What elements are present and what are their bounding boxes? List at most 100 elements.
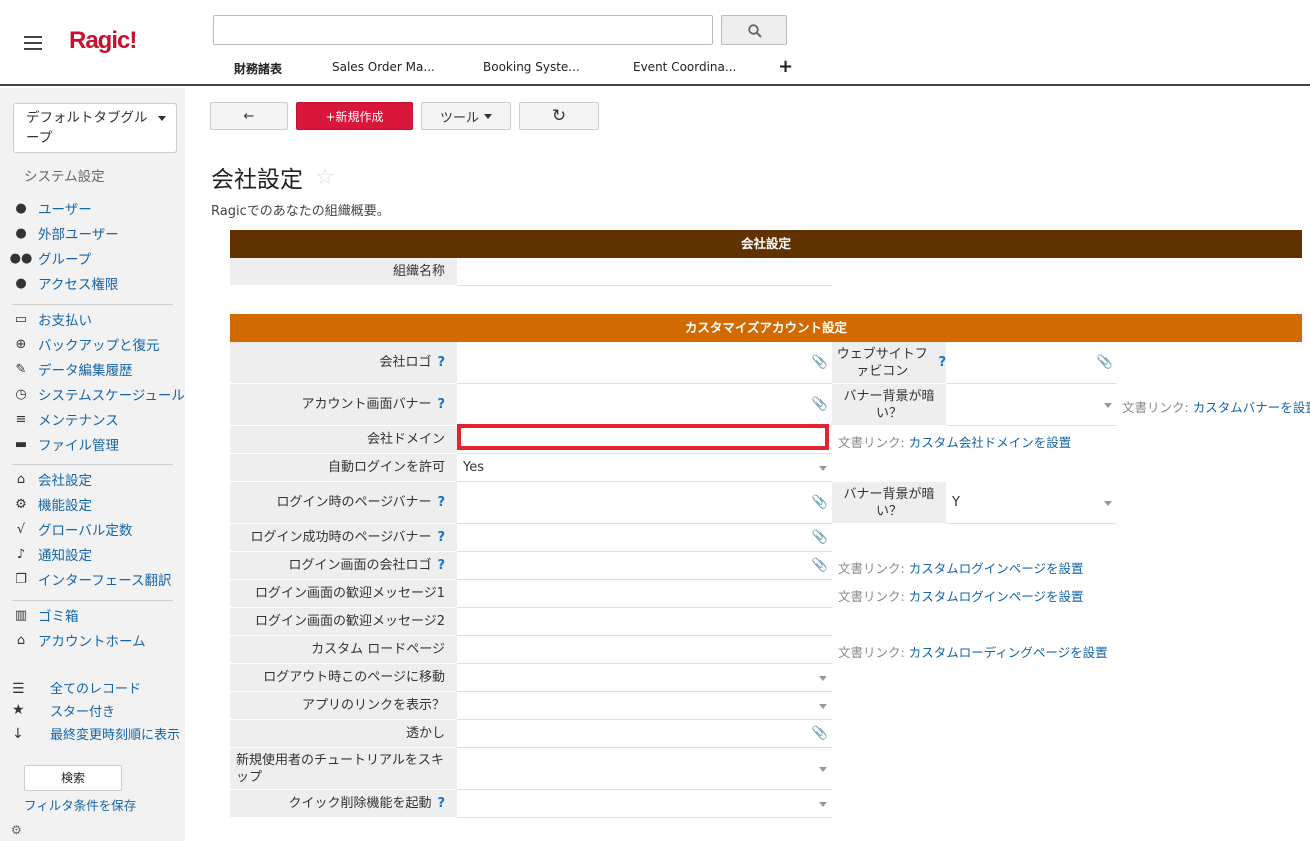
sidebar-item-backup[interactable]: ⊕ バックアップと復元 <box>12 334 160 355</box>
auto-login-label: 自動ログインを許可 <box>230 454 457 482</box>
sidebar-item-features[interactable]: ⚙ 機能設定 <box>12 494 92 515</box>
show-app-link-select[interactable] <box>457 692 832 720</box>
sort-icon: ↓ <box>12 726 24 742</box>
field-label: ウェブサイトファビコン <box>836 346 928 379</box>
quick-delete-select[interactable] <box>457 790 832 818</box>
sidebar-item-history[interactable]: ✎ データ編集履歴 <box>12 359 133 380</box>
sidebar-item-maintenance[interactable]: ≡ メンテナンス <box>12 409 119 430</box>
account-banner-field[interactable]: 📎 <box>457 384 832 426</box>
tab-sales-order[interactable]: Sales Order Ma... <box>332 60 435 74</box>
paperclip-icon[interactable]: 📎 <box>812 355 828 370</box>
tab-financial[interactable]: 財務諸表 <box>234 60 282 77</box>
sidebar-item-constants[interactable]: √ グローバル定数 <box>12 519 133 540</box>
sidebar-item-label: データ編集履歴 <box>38 363 133 379</box>
field-label: アカウント画面バナー <box>301 397 432 412</box>
login-banner-field[interactable]: 📎 <box>457 482 832 524</box>
new-record-button[interactable]: +新規作成 <box>296 102 413 130</box>
user-icon: ● <box>15 200 27 216</box>
paperclip-icon[interactable]: 📎 <box>812 530 828 545</box>
sidebar-item-users[interactable]: ● ユーザー <box>12 198 91 219</box>
sidebar-item-billing[interactable]: ▭ お支払い <box>12 309 92 330</box>
bank-icon: ⌂ <box>16 471 26 487</box>
tab-group-label: デフォルトタブグループ <box>26 110 148 146</box>
auto-login-select[interactable]: Yes <box>457 454 832 482</box>
back-button[interactable]: ← <box>210 102 288 130</box>
sidebar-item-label: ファイル管理 <box>38 438 119 454</box>
banner-dark-select[interactable] <box>946 384 1117 426</box>
sidebar-item-label: 会社設定 <box>38 473 92 489</box>
highlight-box <box>457 424 829 450</box>
menu-icon[interactable] <box>24 36 42 50</box>
paperclip-icon[interactable]: 📎 <box>812 495 828 510</box>
logo[interactable]: Ragic! <box>69 27 137 55</box>
tools-button[interactable]: ツール <box>421 102 511 130</box>
help-icon[interactable]: ? <box>437 354 445 371</box>
paperclip-icon[interactable]: 📎 <box>1097 355 1113 370</box>
chevron-down-icon <box>819 465 827 471</box>
paperclip-icon[interactable]: 📎 <box>812 558 828 573</box>
company-logo-field[interactable]: 📎 <box>457 342 832 384</box>
help-icon[interactable]: ? <box>437 494 445 511</box>
chevron-down-icon <box>1104 402 1112 408</box>
field-label: 透かし <box>405 726 445 741</box>
bell-icon: ♪ <box>16 546 26 562</box>
custom-load-field[interactable] <box>457 636 832 664</box>
company-logo-label: 会社ロゴ? <box>230 342 457 384</box>
skip-tutorial-select[interactable] <box>457 748 832 790</box>
tab-booking[interactable]: Booking Syste... <box>483 60 580 74</box>
tab-event[interactable]: Event Coordina... <box>633 60 736 74</box>
sidebar-item-notifications[interactable]: ♪ 通知設定 <box>12 544 92 565</box>
sidebar-item-translation[interactable]: ❐ インターフェース翻訳 <box>12 569 171 590</box>
star-icon[interactable]: ☆ <box>315 165 335 190</box>
tools-label: ツール <box>439 110 479 126</box>
sidebar-item-external-users[interactable]: ● 外部ユーザー <box>12 223 118 244</box>
starred-link[interactable]: スター付き <box>50 701 115 720</box>
favicon-field[interactable]: 📎 <box>946 342 1117 384</box>
sidebar-item-label: グループ <box>38 252 92 268</box>
welcome2-field[interactable] <box>457 608 832 636</box>
sort-by-modified-link[interactable]: 最終変更時刻順に表示 <box>50 724 180 743</box>
sidebar-item-access[interactable]: ● アクセス権限 <box>12 273 118 294</box>
paperclip-icon[interactable]: 📎 <box>812 726 828 741</box>
sidebar-item-files[interactable]: ▬ ファイル管理 <box>12 434 119 455</box>
gear-icon[interactable]: ⚙ <box>11 823 22 837</box>
custom-login-page-link[interactable]: カスタムログインページを設置 <box>909 561 1084 576</box>
divider <box>12 464 173 465</box>
add-tab-button[interactable]: + <box>778 56 793 77</box>
all-records-link[interactable]: 全てのレコード <box>50 678 141 697</box>
sidebar-search-button[interactable]: 検索 <box>24 765 122 791</box>
custom-banner-link[interactable]: カスタムバナーを設置 <box>1193 400 1310 415</box>
paperclip-icon[interactable]: 📎 <box>812 397 828 412</box>
custom-loading-page-link[interactable]: カスタムローディングページを設置 <box>909 645 1108 660</box>
tab-group-select[interactable]: デフォルトタブグループ <box>13 103 177 153</box>
banner-dark-label: バナー背景が暗い？ <box>832 384 946 426</box>
sidebar-item-trash[interactable]: ▥ ゴミ箱 <box>12 605 79 626</box>
org-name-field[interactable] <box>457 258 832 286</box>
save-filter-link[interactable]: フィルタ条件を保存 <box>24 795 136 814</box>
logout-redirect-select[interactable] <box>457 664 832 692</box>
list-icon: ☰ <box>12 681 25 697</box>
login-logo-field[interactable]: 📎 <box>457 552 832 580</box>
sidebar-item-company[interactable]: ⌂ 会社設定 <box>12 469 92 490</box>
login-success-banner-label: ログイン成功時のページバナー? <box>230 524 457 552</box>
sidebar-item-home[interactable]: ⌂ アカウントホーム <box>12 630 146 651</box>
field-label: クイック削除機能を起動 <box>288 796 432 811</box>
custom-domain-link[interactable]: カスタム会社ドメインを設置 <box>909 435 1072 450</box>
help-icon[interactable]: ? <box>437 396 445 413</box>
search-button[interactable] <box>721 15 787 45</box>
help-icon[interactable]: ? <box>938 354 946 371</box>
login-success-banner-field[interactable]: 📎 <box>457 524 832 552</box>
help-icon[interactable]: ? <box>437 795 445 812</box>
sidebar-item-groups[interactable]: ●● グループ <box>10 248 92 269</box>
watermark-field[interactable]: 📎 <box>457 720 832 748</box>
refresh-button[interactable]: ↻ <box>519 102 599 130</box>
sidebar-item-label: バックアップと復元 <box>38 338 160 354</box>
help-icon[interactable]: ? <box>437 529 445 546</box>
welcome1-field[interactable] <box>457 580 832 608</box>
sidebar-item-schedule[interactable]: ◷ システムスケージュール <box>12 384 185 405</box>
divider <box>12 304 173 305</box>
banner-dark2-select[interactable]: Y <box>946 482 1117 524</box>
search-input[interactable] <box>213 15 713 45</box>
help-icon[interactable]: ? <box>437 557 445 574</box>
custom-login-page-link[interactable]: カスタムログインページを設置 <box>909 589 1084 604</box>
